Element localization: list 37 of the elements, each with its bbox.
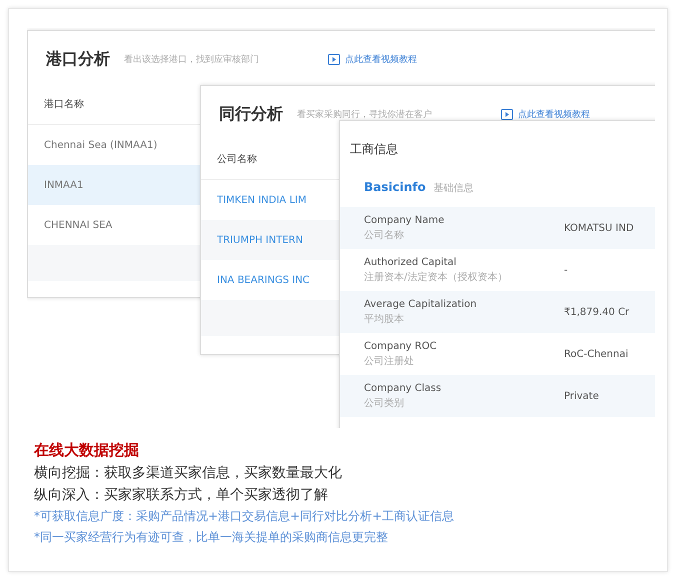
field-label: Authorized Capital [364,256,458,268]
field-value: ₹1,879.40 Cr [564,306,630,318]
company-link[interactable]: INA BEARINGS INC [201,260,340,300]
field-label: Average Capitalization [364,298,478,310]
caption-heading: 在线大数据挖掘 [34,441,140,460]
section-note: 基础信息 [434,182,474,195]
panel-subtitle: 看出该选择港口，找到应审核部门 [124,54,260,66]
field-label: Company ROC [364,340,438,352]
panel-subtitle: 看买家采购同行，寻找你潜在客户 [297,108,433,121]
video-icon [501,109,513,120]
caption-line: 横向挖掘：获取多渠道买家信息，买家数量最大化 [34,464,343,482]
caption-note: *可获取信息广度：采购产品情况+港口交易信息+同行对比分析+工商认证信息 [34,508,454,525]
port-row[interactable]: Chennai Sea (INMAA1) [28,125,200,165]
company-link[interactable]: TIMKEN INDIA LIM [201,180,340,220]
port-row[interactable]: INMAA1 [28,165,200,205]
tutorial-link[interactable]: 点此查看视频教程 [345,53,417,66]
caption-line: 纵向深入：买家家联系方式，单个买家透彻了解 [34,486,329,504]
field-value: KOMATSU IND [564,222,634,234]
company-link[interactable]: TRIUMPH INTERN [201,220,340,260]
caption-note: *同一买家经营行为有迹可查，比单一海关提单的采购商信息更完整 [34,529,389,546]
field-value: RoC-Chennai [564,348,628,360]
field-label-chinese: 公司注册处 [364,354,415,368]
field-label-chinese: 公司类别 [364,396,405,410]
video-icon [328,54,340,65]
field-label-chinese: 平均股本 [364,312,405,326]
panel-title: 同行分析 [219,104,283,125]
port-row[interactable]: CHENNAI SEA [28,205,200,245]
tutorial-link[interactable]: 点此查看视频教程 [518,108,590,121]
section-title: Basicinfo [364,180,426,194]
panel-title: 工商信息 [349,141,399,158]
field-label: Company Name [364,214,446,226]
field-value: - [564,264,568,276]
field-label: Company Class [364,382,442,394]
panel-title: 港口分析 [46,49,110,70]
field-value: Private [564,390,599,402]
field-label-chinese: 公司名称 [364,228,405,242]
field-label-chinese: 注册资本/法定资本（授权资本） [364,270,508,284]
